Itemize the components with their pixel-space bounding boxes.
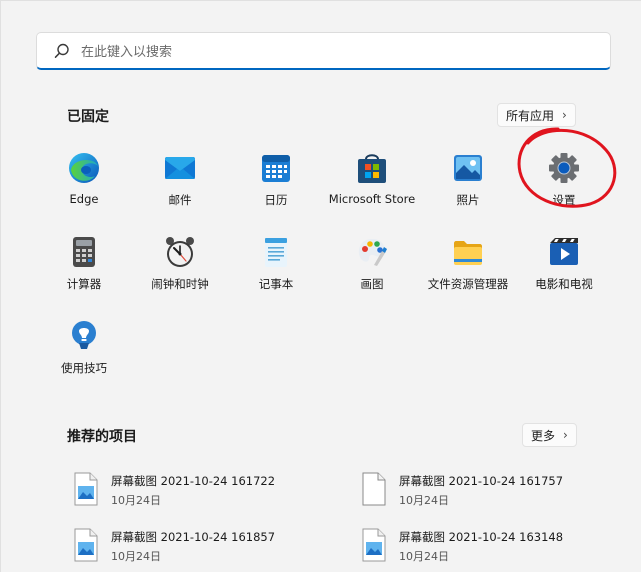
mail-icon <box>163 151 197 185</box>
item-name: 屏幕截图 2021-10-24 163148 <box>399 530 564 544</box>
store-icon <box>355 151 389 185</box>
item-date: 10月24日 <box>111 494 161 507</box>
item-date: 10月24日 <box>111 550 161 563</box>
recommended-item[interactable]: 屏幕截图 2021-10-24 161757 10月24日 <box>359 470 599 512</box>
calculator-icon <box>67 235 101 269</box>
more-label: 更多 <box>531 428 556 443</box>
pinned-app-movies-tv[interactable]: 电影和电视 <box>516 235 612 313</box>
more-button[interactable]: 更多 › <box>522 423 577 447</box>
gear-icon <box>547 151 581 185</box>
app-label: 邮件 <box>168 193 192 207</box>
pinned-app-file-explorer[interactable]: 文件资源管理器 <box>420 235 516 313</box>
pinned-app-notepad[interactable]: 记事本 <box>228 235 324 313</box>
chevron-right-icon: › <box>563 428 568 442</box>
notepad-icon <box>259 235 293 269</box>
calendar-icon <box>259 151 293 185</box>
search-icon <box>54 43 69 58</box>
pinned-app-settings[interactable]: 设置 <box>516 151 612 229</box>
app-label: 日历 <box>264 193 288 207</box>
item-date: 10月24日 <box>399 494 449 507</box>
tips-icon <box>67 319 101 353</box>
clock-icon <box>163 235 197 269</box>
pinned-app-microsoft-store[interactable]: Microsoft Store <box>324 151 420 229</box>
pinned-app-mail[interactable]: 邮件 <box>132 151 228 229</box>
item-date: 10月24日 <box>399 550 449 563</box>
start-menu: 已固定 所有应用 › Edge <box>0 0 641 572</box>
pinned-app-paint[interactable]: 画图 <box>324 235 420 313</box>
app-label: 画图 <box>360 277 384 291</box>
pinned-app-tips[interactable]: 使用技巧 <box>36 319 132 397</box>
search-box[interactable] <box>36 32 611 70</box>
image-file-icon <box>71 472 101 506</box>
all-apps-button[interactable]: 所有应用 › <box>497 103 576 127</box>
chevron-right-icon: › <box>562 108 567 122</box>
pinned-app-photos[interactable]: 照片 <box>420 151 516 229</box>
app-label: 电影和电视 <box>535 277 593 291</box>
search-input[interactable] <box>79 39 603 65</box>
pinned-app-alarms-clock[interactable]: 闹钟和时钟 <box>132 235 228 313</box>
item-name: 屏幕截图 2021-10-24 161857 <box>111 530 276 544</box>
pinned-app-calculator[interactable]: 计算器 <box>36 235 132 313</box>
app-label: Edge <box>69 192 99 206</box>
app-label: 设置 <box>552 193 576 207</box>
pinned-app-edge[interactable]: Edge <box>36 151 132 229</box>
photos-icon <box>451 151 485 185</box>
item-name: 屏幕截图 2021-10-24 161757 <box>399 474 564 488</box>
all-apps-label: 所有应用 <box>506 108 555 123</box>
app-label: 计算器 <box>66 277 102 291</box>
app-label: 照片 <box>456 193 480 207</box>
pinned-title: 已固定 <box>67 109 109 125</box>
app-label: 使用技巧 <box>61 361 107 375</box>
image-file-icon <box>359 528 389 562</box>
folder-icon <box>451 235 485 269</box>
app-label: 闹钟和时钟 <box>151 277 209 291</box>
recommended-item[interactable]: 屏幕截图 2021-10-24 161857 10月24日 <box>71 526 311 568</box>
blank-file-icon <box>359 472 389 506</box>
app-label: Microsoft Store <box>328 192 416 206</box>
item-name: 屏幕截图 2021-10-24 161722 <box>111 474 276 488</box>
app-label: 文件资源管理器 <box>427 277 509 291</box>
app-label: 记事本 <box>258 277 294 291</box>
pinned-app-calendar[interactable]: 日历 <box>228 151 324 229</box>
image-file-icon <box>71 528 101 562</box>
recommended-item[interactable]: 屏幕截图 2021-10-24 161722 10月24日 <box>71 470 311 512</box>
paint-icon <box>355 235 389 269</box>
movies-icon <box>547 235 581 269</box>
recommended-title: 推荐的项目 <box>67 429 137 445</box>
recommended-item[interactable]: 屏幕截图 2021-10-24 163148 10月24日 <box>359 526 599 568</box>
edge-icon <box>67 151 101 185</box>
